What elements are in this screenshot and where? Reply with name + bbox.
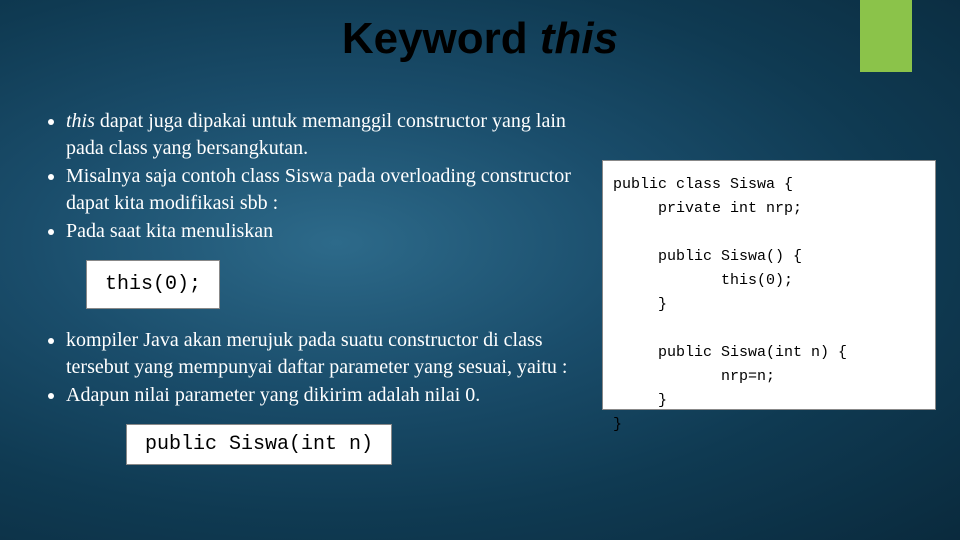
bullet-1-kw: this (66, 110, 95, 132)
title-word: Keyword (342, 14, 528, 63)
code-snippet-constructor: public Siswa(int n) (126, 424, 392, 465)
code-class-siswa: public class Siswa { private int nrp; pu… (602, 160, 936, 410)
content-area: this dapat juga dipakai untuk memanggil … (44, 108, 604, 465)
bullet-1: this dapat juga dipakai untuk memanggil … (66, 108, 604, 162)
bullet-1-text: dapat juga dipakai untuk memanggil const… (66, 110, 566, 159)
bullet-2: Misalnya saja contoh class Siswa pada ov… (66, 163, 604, 217)
slide-title: Keyword this (0, 14, 960, 64)
bullet-3: Pada saat kita menuliskan (66, 218, 604, 245)
bullet-5: Adapun nilai parameter yang dikirim adal… (66, 382, 604, 409)
title-keyword: this (540, 14, 618, 63)
bullet-4: kompiler Java akan merujuk pada suatu co… (66, 327, 604, 381)
code-snippet-this-call: this(0); (86, 260, 220, 309)
